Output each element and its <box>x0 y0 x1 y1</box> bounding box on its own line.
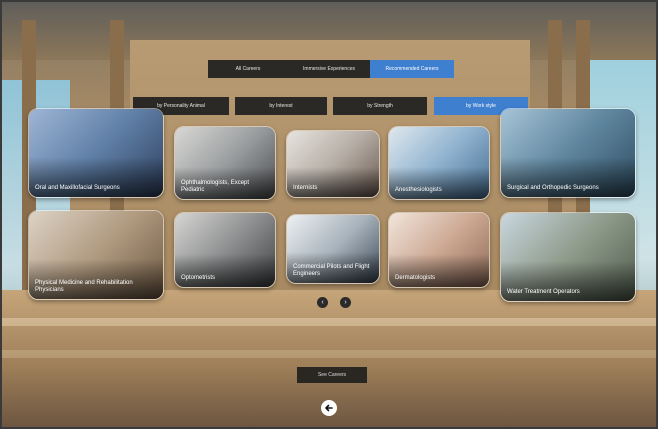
tab-recommended-careers[interactable]: Recommended Careers <box>370 60 454 78</box>
next-page-button[interactable]: › <box>340 297 351 308</box>
filter-strength[interactable]: by Strength <box>333 97 427 115</box>
career-card-anesthesiologists[interactable]: Anesthesiologists <box>388 126 490 200</box>
career-card-label: Water Treatment Operators <box>507 289 580 295</box>
career-card-label: Oral and Maxillofacial Surgeons <box>35 185 120 191</box>
see-careers-button[interactable]: See Careers <box>297 367 367 383</box>
career-card-oral-maxillofacial-surgeons[interactable]: Oral and Maxillofacial Surgeons <box>28 108 164 198</box>
floor-light-stripe <box>0 350 658 358</box>
career-category-tabs: All Careers Immersive Experiences Recomm… <box>208 60 454 78</box>
window-frame <box>0 0 658 2</box>
vr-room-scene: All Careers Immersive Experiences Recomm… <box>0 0 658 429</box>
chevron-left-icon: ‹ <box>321 299 324 306</box>
career-card-commercial-pilots[interactable]: Commercial Pilots and Flight Engineers <box>286 214 380 284</box>
tab-all-careers[interactable]: All Careers <box>208 60 288 78</box>
filter-interest[interactable]: by Interest <box>235 97 327 115</box>
career-card-label: Dermatologists <box>395 275 436 281</box>
career-card-surgical-orthopedic-surgeons[interactable]: Surgical and Orthopedic Surgeons <box>500 108 636 198</box>
career-card-label: Surgical and Orthopedic Surgeons <box>507 185 599 191</box>
career-card-dermatologists[interactable]: Dermatologists <box>388 212 490 288</box>
prev-page-button[interactable]: ‹ <box>317 297 328 308</box>
career-card-label: Optometrists <box>181 275 216 281</box>
career-card-physical-medicine-rehabilitation[interactable]: Physical Medicine and Rehabilitation Phy… <box>28 210 164 300</box>
career-card-label: Anesthesiologists <box>395 187 442 193</box>
career-card-water-treatment-operators[interactable]: Water Treatment Operators <box>500 212 636 302</box>
career-card-label: Physical Medicine and Rehabilitation Phy… <box>35 280 133 293</box>
career-card-optometrists[interactable]: Optometrists <box>174 212 276 288</box>
arrow-left-icon <box>325 404 333 412</box>
window-frame <box>0 0 2 429</box>
career-card-label: Commercial Pilots and Flight Engineers <box>293 264 370 277</box>
chevron-right-icon: › <box>344 299 347 306</box>
tab-immersive-experiences[interactable]: Immersive Experiences <box>288 60 370 78</box>
career-card-ophthalmologists[interactable]: Ophthalmologists, Except Pediatric <box>174 126 276 200</box>
career-card-internists[interactable]: Internists <box>286 130 380 198</box>
floor-light-stripe <box>0 318 658 326</box>
career-card-label: Ophthalmologists, Except Pediatric <box>181 180 250 193</box>
career-card-label: Internists <box>293 185 318 191</box>
back-button[interactable] <box>321 400 337 416</box>
